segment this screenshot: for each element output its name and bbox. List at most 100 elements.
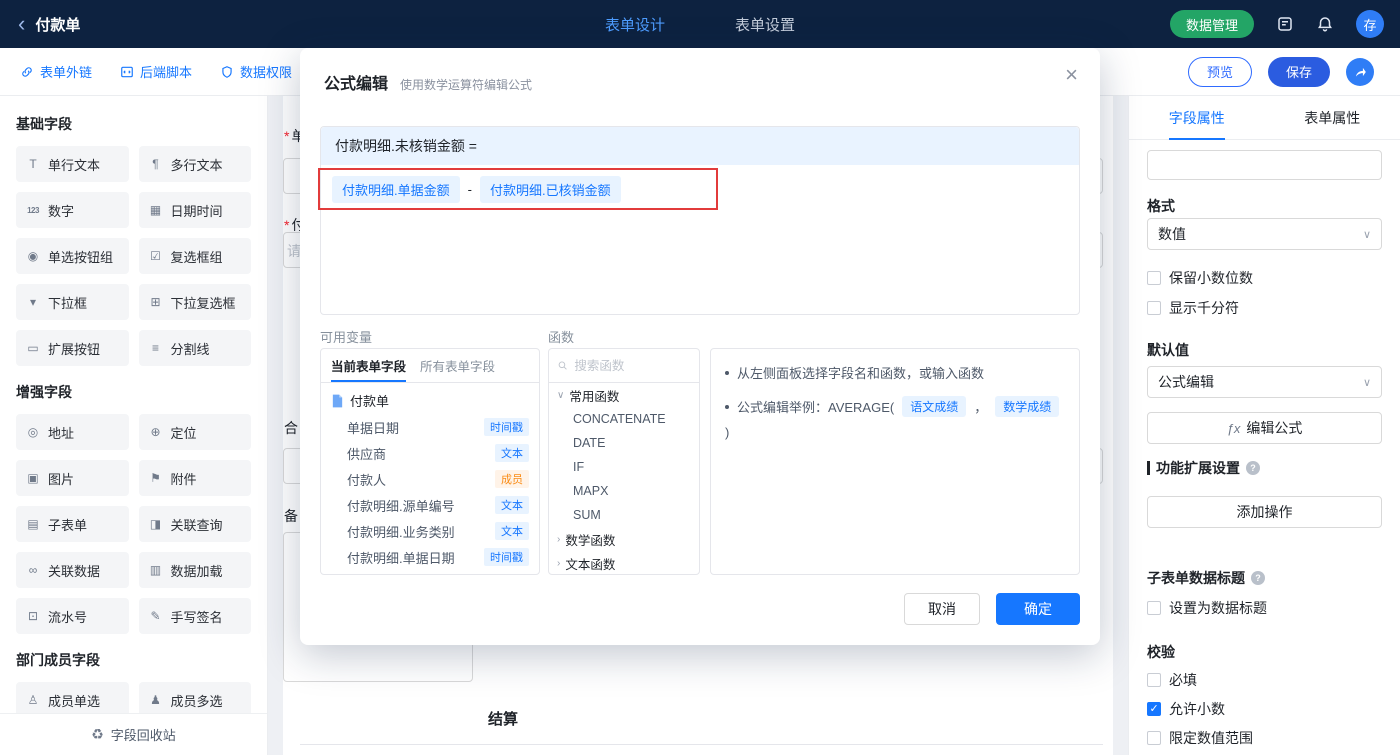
cancel-button[interactable]: 取消 — [904, 593, 980, 625]
formula-edit-modal: 公式编辑 使用数学运算符编辑公式 × 付款明细.未核销金额 = 付款明细.单据金… — [300, 48, 1100, 645]
data-load-icon: ▥ — [149, 563, 162, 577]
field-number[interactable]: 123 数字 — [16, 192, 129, 228]
settlement-section-title: 结算 — [488, 711, 519, 728]
tab-form-settings[interactable]: 表单设置 — [735, 14, 795, 35]
function-item[interactable]: IF — [549, 455, 699, 479]
field-image[interactable]: ▣ 图片 — [16, 460, 129, 496]
close-icon[interactable]: × — [1065, 64, 1078, 86]
backend-script-link[interactable]: 后端脚本 — [120, 62, 192, 81]
checkbox-allow-decimal[interactable]: 允许小数 — [1147, 699, 1382, 719]
field-datetime[interactable]: ▦ 日期时间 — [138, 192, 251, 228]
basic-fields-grid: T 单行文本 ¶ 多行文本 123 数字 ▦ 日期时间 ◉ 单选按钮组 ☑ 复选框组 ▾ 下拉… — [16, 146, 251, 366]
checkbox-thousand-separator[interactable]: 显示千分符 — [1147, 298, 1382, 318]
field-subform[interactable]: ▤ 子表单 — [16, 506, 129, 542]
function-group-math[interactable]: › 数学函数 — [549, 527, 699, 551]
preview-button[interactable]: 预览 — [1187, 56, 1252, 87]
field-dropdown[interactable]: ▾ 下拉框 — [16, 284, 129, 320]
data-manage-button[interactable]: 数据管理 — [1169, 10, 1254, 38]
function-item[interactable]: DATE — [549, 431, 699, 455]
user-avatar[interactable]: 存 — [1356, 10, 1384, 38]
notification-bell-icon[interactable] — [1316, 15, 1334, 33]
field-type-tag: 文本 — [495, 522, 529, 540]
variable-field-row[interactable]: 付款明细.业务类别 文本 — [321, 518, 539, 544]
function-group-text[interactable]: › 文本函数 — [549, 551, 699, 574]
field-related-query[interactable]: ◨ 关联查询 — [138, 506, 251, 542]
variable-field-row[interactable]: 付款人 成员 — [321, 466, 539, 492]
tab-form-design[interactable]: 表单设计 — [605, 14, 665, 35]
field-serial-number[interactable]: ⊡ 流水号 — [16, 598, 129, 634]
field-radio-group[interactable]: ◉ 单选按钮组 — [16, 238, 129, 274]
field-location[interactable]: ⊕ 定位 — [138, 414, 251, 450]
field-signature[interactable]: ✎ 手写签名 — [138, 598, 251, 634]
field-divider[interactable]: ≡ 分割线 — [138, 330, 251, 366]
form-external-link[interactable]: 表单外链 — [20, 62, 92, 81]
field-type-tag: 成员 — [495, 470, 529, 488]
checkbox-keep-decimals[interactable]: 保留小数位数 — [1147, 268, 1382, 288]
field-related-data[interactable]: ∞ 关联数据 — [16, 552, 129, 588]
function-group-common[interactable]: ∨ 常用函数 — [549, 383, 699, 407]
section-basic-fields: 基础字段 — [16, 116, 72, 132]
formula-operand-left[interactable]: 付款明细.单据金额 — [332, 176, 460, 203]
save-button[interactable]: 保存 — [1267, 56, 1330, 87]
field-data-load[interactable]: ▥ 数据加载 — [138, 552, 251, 588]
field-single-line-text[interactable]: T 单行文本 — [16, 146, 129, 182]
formula-editor[interactable]: 付款明细.未核销金额 = — [320, 126, 1080, 315]
shield-icon — [222, 65, 232, 78]
tree-root-form[interactable]: 付款单 — [321, 383, 539, 414]
formula-target: 付款明细.未核销金额 = — [321, 127, 1079, 165]
multi-dropdown-icon: ⊞ — [150, 295, 161, 309]
example-field-chip: 数学成绩 — [995, 396, 1060, 417]
field-address[interactable]: ◎ 地址 — [16, 414, 129, 450]
formula-operand-right[interactable]: 付款明细.已核销金额 — [479, 176, 621, 203]
signature-icon: ✎ — [150, 609, 161, 623]
function-search-input[interactable] — [574, 358, 691, 373]
function-search[interactable] — [549, 349, 699, 383]
field-type-tag: 文本 — [495, 444, 529, 462]
subform-icon: ▤ — [27, 517, 39, 531]
field-extend-button[interactable]: ▭ 扩展按钮 — [16, 330, 129, 366]
variable-field-row[interactable]: 单据日期 时间戳 — [321, 414, 539, 440]
data-permission-link[interactable]: 数据权限 — [220, 62, 292, 81]
field-checkbox-group[interactable]: ☑ 复选框组 — [138, 238, 251, 274]
link-icon — [22, 66, 32, 77]
share-button[interactable] — [1346, 57, 1374, 86]
help-icon[interactable]: ? — [1246, 461, 1260, 475]
variable-field-row[interactable]: 付款明细.源单编号 文本 — [321, 492, 539, 518]
checkbox-group-icon: ☑ — [150, 249, 161, 263]
formula-operator[interactable]: - — [468, 182, 472, 197]
tab-field-properties[interactable]: 字段属性 — [1129, 96, 1265, 139]
formula-expression[interactable]: 付款明细.单据金额 - 付款明细.已核销金额 — [332, 176, 621, 203]
function-item[interactable]: MAPX — [549, 479, 699, 503]
variable-field-row[interactable]: 付款明细.单据日期 时间戳 — [321, 544, 539, 570]
help-icon[interactable]: ? — [1251, 571, 1265, 585]
example-field-chip: 语文成绩 — [902, 396, 967, 417]
checkbox-limit-range[interactable]: 限定数值范围 — [1147, 728, 1382, 748]
default-value-select[interactable]: 公式编辑 ∨ — [1147, 366, 1382, 398]
field-recycle-bin[interactable]: ♻ 字段回收站 — [0, 713, 267, 755]
variables-panel: 当前表单字段 所有表单字段 付款单 单据日期 时间戳 供应商 文本 付款人 成员 付款… — [320, 348, 540, 575]
tab-all-form-fields[interactable]: 所有表单字段 — [420, 349, 495, 382]
field-multi-dropdown[interactable]: ⊞ 下拉复选框 — [138, 284, 251, 320]
field-attachment[interactable]: ⚑ 附件 — [138, 460, 251, 496]
checkbox-icon — [1147, 271, 1161, 285]
chevron-right-icon: › — [557, 533, 561, 545]
variables-tabs: 当前表单字段 所有表单字段 — [321, 349, 539, 383]
field-title-input[interactable] — [1147, 150, 1382, 180]
checkbox-set-data-title[interactable]: 设置为数据标题 — [1147, 598, 1382, 618]
tab-current-form-fields[interactable]: 当前表单字段 — [331, 349, 407, 382]
apps-icon[interactable] — [1276, 15, 1294, 33]
toolbar-actions: 预览 保存 — [1187, 56, 1374, 87]
function-item[interactable]: CONCATENATE — [549, 407, 699, 431]
tab-form-properties[interactable]: 表单属性 — [1265, 96, 1400, 139]
function-item[interactable]: SUM — [549, 503, 699, 527]
variable-field-row[interactable]: 供应商 文本 — [321, 440, 539, 466]
field-multi-line-text[interactable]: ¶ 多行文本 — [138, 146, 251, 182]
edit-formula-button[interactable]: ƒx 编辑公式 — [1147, 412, 1382, 444]
checkbox-icon — [1147, 731, 1161, 745]
checkbox-icon — [1147, 301, 1161, 315]
add-action-button[interactable]: 添加操作 — [1147, 496, 1382, 528]
format-select[interactable]: 数值 ∨ — [1147, 218, 1382, 250]
checkbox-required[interactable]: 必填 — [1147, 670, 1382, 690]
confirm-button[interactable]: 确定 — [996, 593, 1080, 625]
bullet-icon — [725, 370, 729, 375]
